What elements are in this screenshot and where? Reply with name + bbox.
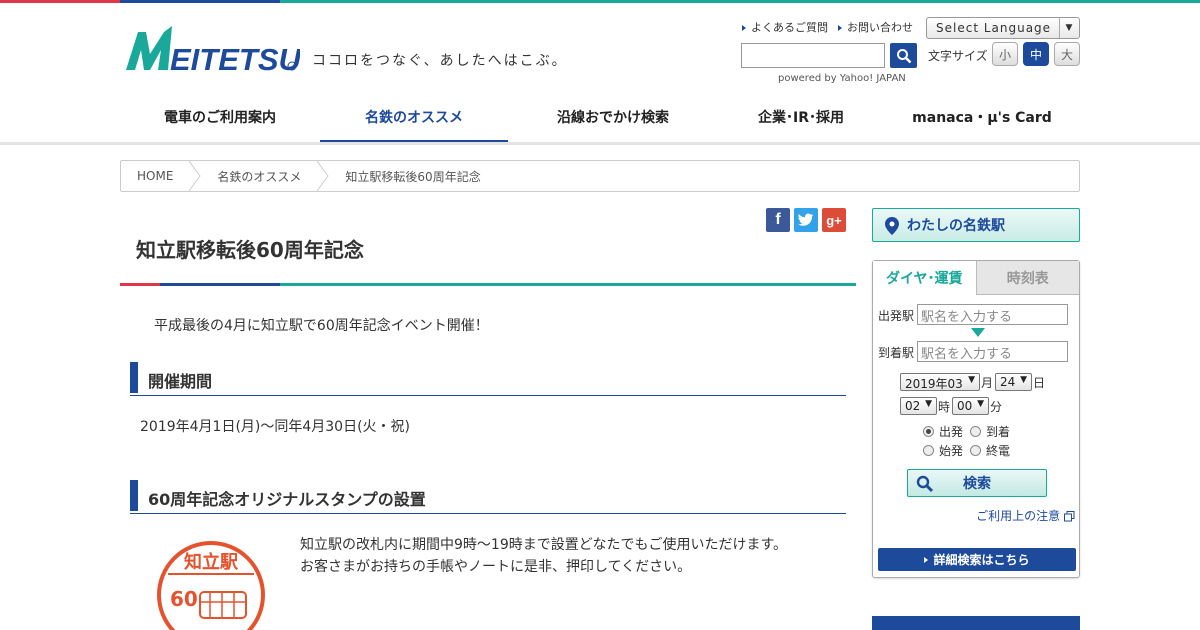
minute-select[interactable]: 00 ▼ [952, 397, 989, 415]
fontsize-small-button[interactable]: 小 [992, 42, 1018, 66]
commemorative-stamp-image: 知立駅 60 [156, 540, 266, 630]
minute-unit: 分 [990, 400, 1003, 414]
arrow-down-icon [971, 328, 985, 337]
day-select[interactable]: 24 ▼ [995, 373, 1032, 391]
breadcrumb-home[interactable]: HOME [121, 161, 189, 191]
language-select[interactable]: Select Language ▼ [926, 17, 1080, 39]
tagline: ココロをつなぐ、あしたへはこぶ。 [312, 53, 568, 69]
sidebar-banner[interactable] [872, 616, 1080, 630]
utility-links: よくあるご質問 お問い合わせ [742, 19, 913, 35]
section-heading-text: 60周年記念オリジナルスタンプの設置 [148, 490, 426, 509]
nav-divider [0, 142, 1200, 145]
from-station-input[interactable]: 駅名を入力する [917, 304, 1068, 325]
detailed-search-button[interactable]: 詳細検索はこちら [878, 548, 1076, 571]
stamp-text-line2: お客さまがお持ちの手帳やノートに是非、押印してください。 [300, 559, 692, 575]
powered-by: powered by Yahoo! JAPAN [778, 73, 906, 84]
section-heading-stamp: 60周年記念オリジナルスタンプの設置 [130, 480, 846, 514]
to-station-input[interactable]: 駅名を入力する [917, 341, 1068, 362]
google-plus-share-icon[interactable]: g+ [822, 208, 846, 232]
nav-train-guide[interactable]: 電車のご利用案内 [120, 90, 320, 144]
external-link-icon [1064, 511, 1075, 522]
tab-diagram-fare[interactable]: ダイヤ･運賃 [873, 261, 977, 295]
chevron-down-icon: ▼ [1059, 18, 1079, 38]
my-meitetsu-label: わたしの名鉄駅 [907, 218, 1005, 234]
contact-link[interactable]: お問い合わせ [838, 19, 913, 35]
section-heading-text: 開催期間 [148, 372, 213, 391]
search-icon [916, 475, 934, 493]
to-station-label: 到着駅 [878, 346, 915, 360]
tab-timetable[interactable]: 時刻表 [976, 261, 1079, 295]
language-label: Select Language [936, 21, 1052, 35]
nav-outing-search[interactable]: 沿線おでかけ検索 [508, 90, 718, 144]
arrow-icon [924, 556, 929, 563]
global-nav: 電車のご利用案内 名鉄のオススメ 沿線おでかけ検索 企業･IR･採用 manac… [120, 90, 1080, 144]
period-text: 2019年4月1日(月)～同年4月30日(火・祝) [140, 419, 411, 435]
title-rule [120, 283, 856, 286]
breadcrumb: HOME 名鉄のオススメ 知立駅移転後60周年記念 [120, 160, 1080, 192]
radio-last-train[interactable]: 終電 [970, 442, 1010, 459]
detail-search-label: 詳細検索はこちら [933, 553, 1030, 567]
map-pin-icon [885, 217, 899, 235]
breadcrumb-separator-icon [189, 161, 202, 191]
hour-unit: 時 [938, 400, 951, 414]
nav-corporate[interactable]: 企業･IR･採用 [718, 90, 884, 144]
route-search-button[interactable]: 検索 [907, 469, 1047, 497]
search-label: 検索 [963, 476, 991, 492]
arrow-icon [838, 25, 842, 31]
faq-link[interactable]: よくあるご質問 [742, 19, 828, 35]
facebook-share-icon[interactable]: f [766, 208, 790, 232]
meitetsu-logo[interactable]: EITETSU [124, 24, 303, 77]
fontsize-medium-button[interactable]: 中 [1023, 42, 1049, 66]
usage-notes-link[interactable]: ご利用上の注意 [976, 507, 1075, 524]
from-station-label: 出発駅 [878, 309, 915, 323]
lead-text: 平成最後の4月に知立駅で60周年記念イベント開催！ [154, 318, 489, 334]
svg-text:EITETSU: EITETSU [170, 42, 300, 74]
radio-first-train[interactable]: 始発 [923, 442, 963, 459]
breadcrumb-recommend[interactable]: 名鉄のオススメ [201, 161, 317, 191]
top-color-bar [0, 0, 1200, 3]
fontsize-label: 文字サイズ [928, 49, 988, 63]
page-title: 知立駅移転後60周年記念 [136, 238, 364, 262]
section-heading-period: 開催期間 [130, 362, 846, 396]
breadcrumb-current: 知立駅移転後60周年記念 [345, 169, 481, 184]
fontsize-large-button[interactable]: 大 [1054, 42, 1080, 66]
arrow-icon [742, 25, 746, 31]
search-button[interactable] [890, 43, 917, 68]
radio-arrive[interactable]: 到着 [970, 423, 1010, 440]
stamp-text-line1: 知立駅の改札内に期間中9時～19時まで設置どなたでもご使用いただけます。 [300, 537, 788, 553]
breadcrumb-separator-icon [317, 161, 330, 191]
twitter-share-icon[interactable] [794, 208, 818, 232]
svg-text:知立駅: 知立駅 [184, 551, 239, 573]
my-meitetsu-station-button[interactable]: わたしの名鉄駅 [872, 208, 1080, 242]
radio-depart[interactable]: 出発 [923, 423, 963, 440]
nav-recommend[interactable]: 名鉄のオススメ [320, 90, 508, 144]
hour-select[interactable]: 02 ▼ [900, 397, 937, 415]
site-search-input[interactable] [741, 43, 885, 68]
day-unit: 日 [1033, 376, 1046, 390]
timetable-search-box: ダイヤ･運賃 時刻表 出発駅 駅名を入力する 到着駅 駅名を入力する 2019年… [872, 260, 1080, 578]
svg-text:60: 60 [170, 587, 198, 611]
nav-manaca[interactable]: manaca・μ's Card [884, 90, 1080, 144]
search-icon [896, 48, 911, 63]
year-month-select[interactable]: 2019年03 ▼ [900, 373, 980, 391]
month-unit: 月 [981, 376, 994, 390]
